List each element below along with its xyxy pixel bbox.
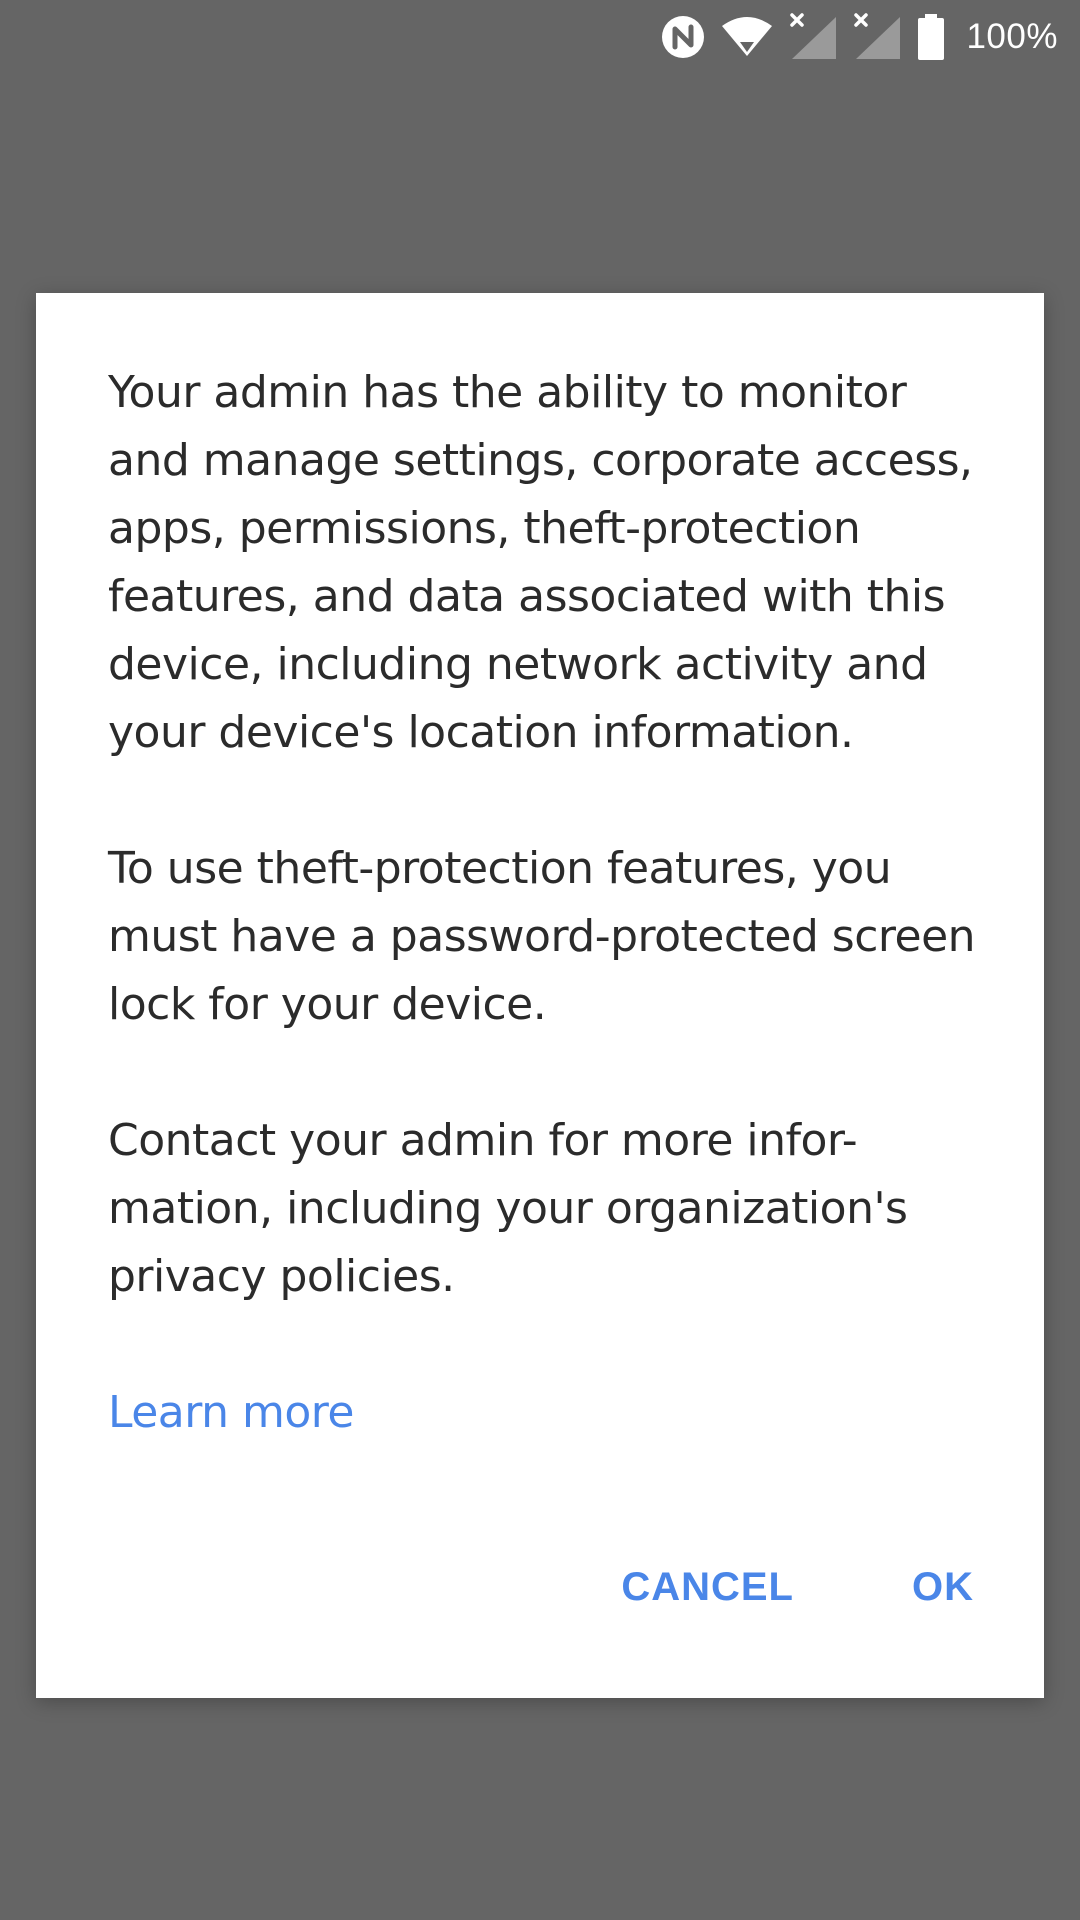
dialog-paragraph-admin-abilities: Your admin has the ability to monitor an… bbox=[108, 367, 973, 758]
wifi-icon bbox=[720, 14, 774, 60]
battery-percent: 100% bbox=[966, 17, 1058, 56]
status-bar: 100% bbox=[0, 0, 1080, 74]
dialog-paragraph-screen-lock: To use theft-protection features, you mu… bbox=[108, 843, 976, 1030]
device-admin-dialog: Your admin has the ability to monitor an… bbox=[36, 293, 1044, 1698]
dialog-actions: CANCEL OK bbox=[621, 1565, 974, 1610]
ok-button[interactable]: OK bbox=[912, 1565, 974, 1610]
signal-sim2-icon bbox=[852, 13, 902, 61]
signal-sim1-icon bbox=[788, 13, 838, 61]
status-icons: 100% bbox=[660, 10, 1058, 64]
battery-icon bbox=[916, 13, 946, 61]
dialog-paragraph-contact-admin: Contact your admin for more infor-mation… bbox=[108, 1115, 908, 1302]
cancel-button[interactable]: CANCEL bbox=[621, 1565, 794, 1610]
learn-more-link[interactable]: Learn more bbox=[108, 1379, 354, 1447]
nfc-icon bbox=[660, 14, 706, 60]
dialog-body: Your admin has the ability to monitor an… bbox=[108, 359, 988, 1447]
